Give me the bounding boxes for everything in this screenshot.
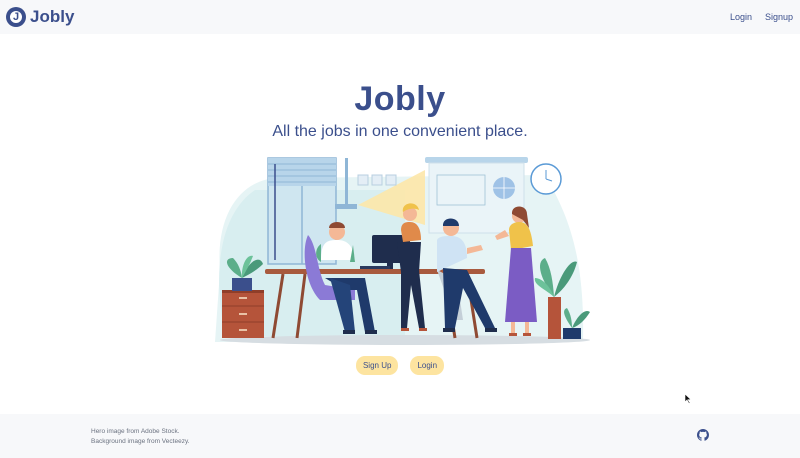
jobly-logo-icon: J — [6, 7, 26, 27]
footer: Hero image from Adobe Stock. Background … — [0, 414, 800, 458]
nav-signup-link[interactable]: Signup — [765, 12, 793, 22]
brand-link[interactable]: J Jobly — [6, 7, 74, 27]
hero-image-credit: Hero image from Adobe Stock. — [91, 428, 180, 435]
navbar: J Jobly Login Signup — [0, 0, 800, 34]
github-icon[interactable] — [697, 429, 709, 441]
nav-login-link[interactable]: Login — [730, 12, 752, 22]
mouse-cursor-icon — [684, 394, 692, 404]
nav-links: Login Signup — [730, 12, 794, 22]
brand-name: Jobly — [30, 7, 75, 26]
hero-title: Jobly — [354, 80, 446, 118]
login-button[interactable]: Login — [410, 356, 445, 375]
hero-buttons: Sign Up Login — [0, 356, 800, 375]
background-image-credit: Background image from Vecteezy. — [91, 438, 190, 445]
hero-tagline: All the jobs in one convenient place. — [272, 123, 528, 140]
signup-button[interactable]: Sign Up — [355, 356, 399, 375]
office-team-illustration — [215, 157, 590, 345]
brand-initial: J — [8, 9, 24, 25]
